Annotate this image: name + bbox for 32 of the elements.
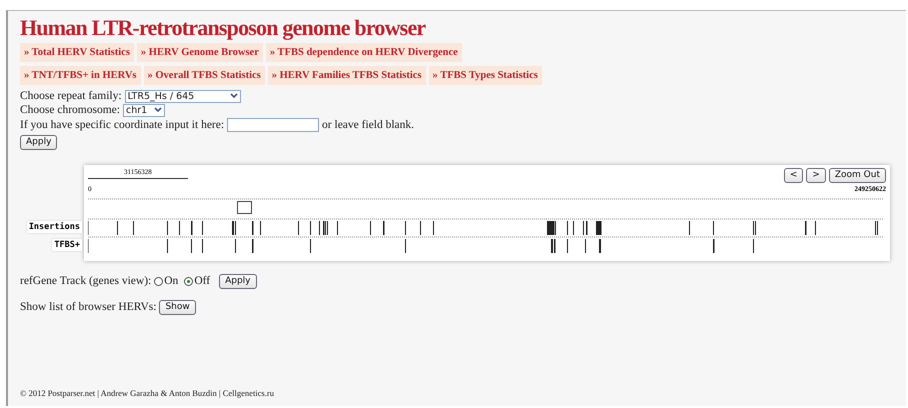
footer-text: © 2012 Postparser.net | Andrew Garazha & Anton Buzdin | Cellgenetics.ru <box>20 388 275 398</box>
field-label: If you have specific coordinate input it here: <box>20 119 224 131</box>
field-label: Choose repeat family: <box>20 90 122 102</box>
pan-button[interactable]: < <box>784 168 804 183</box>
coordinate-field[interactable] <box>227 118 320 132</box>
page-title: Human LTR-retrotransposon genome browser <box>20 15 427 41</box>
field-hint: or leave field blank. <box>322 119 414 131</box>
field-label: refGene Track (genes view): <box>20 275 152 287</box>
radio-button[interactable] <box>184 276 194 286</box>
track-label: TFBS+ <box>52 239 82 251</box>
nav-link[interactable]: » HERV Families TFBS Statistics <box>268 66 426 85</box>
apply-button[interactable]: Apply <box>20 134 58 150</box>
radio-label: Off <box>194 275 210 287</box>
apply-button[interactable]: Apply <box>219 274 256 288</box>
radio-button[interactable] <box>154 276 164 286</box>
nav-link[interactable]: » TFBS dependence on HERV Divergence <box>266 43 462 62</box>
field-label: Show list of browser HERVs: <box>20 301 156 313</box>
track-label: Insertions <box>26 221 82 233</box>
radio-label: On <box>164 275 178 287</box>
nav-link[interactable]: » TNT/TFBS+ in HERVs <box>20 66 140 85</box>
show-button[interactable]: Show <box>159 300 196 314</box>
scale-bar-icon <box>88 178 188 180</box>
zoom-out-button[interactable]: Zoom Out <box>828 168 886 183</box>
pan-button[interactable]: > <box>806 168 826 183</box>
field-label: Choose chromosome: <box>20 104 120 116</box>
viewport-marker-icon <box>237 201 252 214</box>
nav-link[interactable]: » Total HERV Statistics <box>20 43 134 62</box>
nav-link[interactable]: » Overall TFBS Statistics <box>144 66 265 85</box>
chromosome-dropdown[interactable]: chr1 <box>122 104 165 116</box>
nav-link[interactable]: » TFBS Types Statistics <box>428 66 542 85</box>
nav-link[interactable]: » HERV Genome Browser <box>136 43 263 62</box>
family-dropdown[interactable]: LTR5_Hs / 645 <box>124 90 241 102</box>
